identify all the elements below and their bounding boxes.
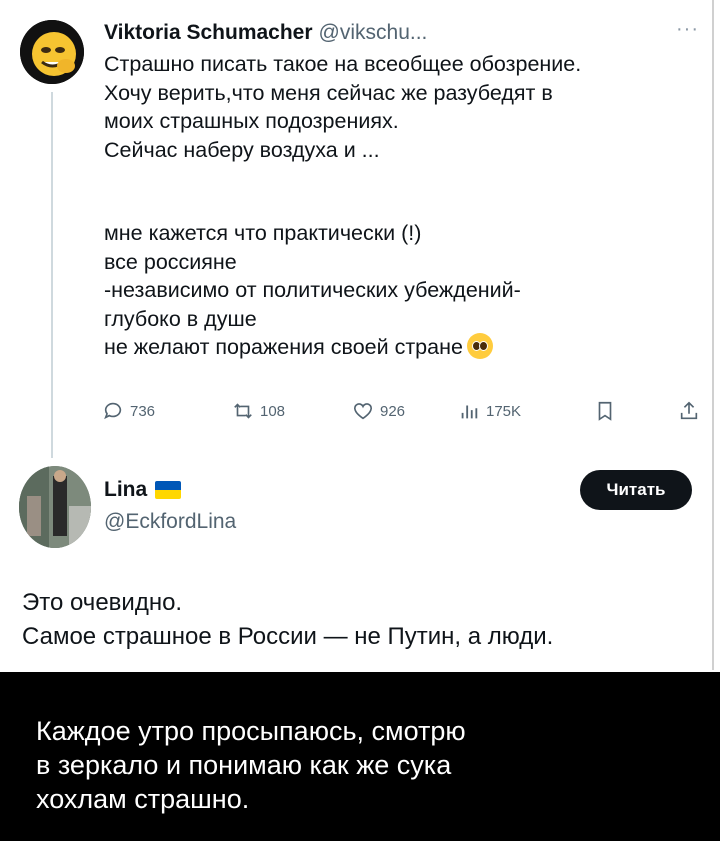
heart-icon [353,403,373,420]
reply-count: 736 [130,402,156,420]
scrollbar-edge [712,0,714,670]
tweet-line: -независимо от политических убеждений- [104,278,521,302]
thread-line [51,92,53,458]
repost-icon [234,403,252,419]
tweet-line: мне кажется что практически (!) [104,221,422,245]
reply-button[interactable]: 736 [102,400,155,422]
caption-text: Каждое утро просыпаюсь, смотрю в зеркало… [36,714,466,816]
tweet-text: Это очевидно. Самое страшное в России — … [22,586,553,654]
share-button[interactable] [678,400,700,422]
like-count: 926 [380,402,406,420]
tweet-line: Сейчас наберу воздуха и ... [104,137,380,162]
tweet-line: Хочу верить,что меня сейчас же разубедят… [104,80,553,105]
tweet-line-with-emoji: не желают поражения своей стране [104,333,704,362]
bookmark-icon [598,401,612,421]
tweet-line: глубоко в душе [104,306,257,331]
tweet-line: Это очевидно. [22,589,183,616]
caption-line: Каждое утро просыпаюсь, смотрю [36,716,466,746]
views-icon [461,405,478,419]
more-icon[interactable]: ··· [676,18,699,41]
repost-count: 108 [260,402,286,420]
tweet-line: Страшно писать такое на всеобщее обозрен… [104,52,582,76]
avatar-emoji-image [20,20,84,84]
tweet-lina[interactable]: Lina @EckfordLina Читать Это очевидно. С… [0,458,720,670]
tweet-line: все россияне [104,249,237,274]
tweet-actions: 736 108 926 175K [92,400,712,430]
tweet-line: не желают поражения своей стране [104,335,463,359]
caption-banner: Каждое утро просыпаюсь, смотрю в зеркало… [0,672,720,841]
reply-icon [104,402,122,420]
avatar-photo [19,466,91,548]
ukraine-flag-icon [155,481,182,499]
author-name[interactable]: Viktoria Schumacher [104,21,313,44]
avatar-viktoria[interactable] [20,20,84,84]
avatar-lina[interactable] [19,466,91,548]
repost-button[interactable]: 108 [232,400,285,422]
like-button[interactable]: 926 [352,400,405,422]
views-count: 175K [486,402,522,420]
tweet-text: Страшно писать такое на всеобщее обозрен… [104,50,704,362]
author-handle[interactable]: @EckfordLina [104,510,236,534]
author-name-row: Lina [104,478,182,502]
caption-line: хохлам страшно. [36,784,250,814]
bookmark-button[interactable] [594,400,616,422]
tweet-viktoria[interactable]: Viktoria Schumacher @vikschu... ··· Страш… [0,0,720,458]
tweet-line: Самое страшное в России — не Путин, а лю… [22,623,554,650]
pleading-face-emoji [466,333,493,359]
share-icon [680,401,698,420]
tweet-line: моих страшных подозрениях. [104,109,399,133]
author-name[interactable]: Lina [104,478,147,502]
author-handle[interactable]: @vikschu... [319,21,428,44]
views-button[interactable]: 175K [458,400,521,422]
follow-button[interactable]: Читать [580,470,692,510]
caption-line: в зеркало и понимаю как же сука [36,750,452,780]
tweet-header: Viktoria Schumacher @vikschu... [104,20,427,46]
